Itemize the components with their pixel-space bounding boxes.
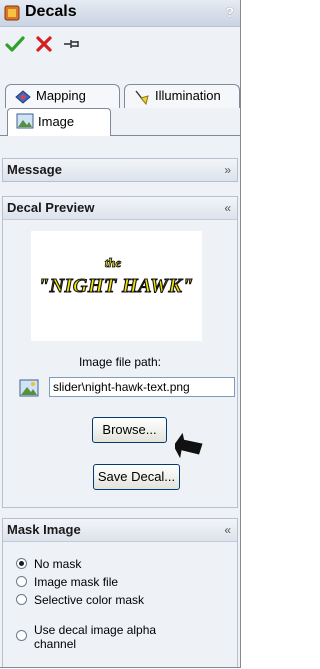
tab-illumination-label: Illumination xyxy=(155,88,221,103)
action-row xyxy=(0,27,240,63)
illumination-icon xyxy=(135,90,149,106)
message-title: Message xyxy=(7,162,62,177)
decal-text-main: "NIGHT HAWK" xyxy=(38,275,194,297)
check-icon[interactable] xyxy=(4,33,26,55)
radio-selective-color-mask-label: Selective color mask xyxy=(34,593,145,607)
decals-app-icon xyxy=(4,5,20,21)
mapping-icon xyxy=(15,90,31,104)
chevron-up-double-icon[interactable]: « xyxy=(224,201,231,215)
pushpin-icon[interactable] xyxy=(62,33,84,55)
mask-image-section: Mask Image « No mask Image mask file Sel… xyxy=(2,518,238,667)
decal-preview-image: the "NIGHT HAWK" xyxy=(31,231,202,341)
decals-property-panel: Decals ? Mapping Illumination Image Mess… xyxy=(0,0,241,668)
image-file-path-label: Image file path: xyxy=(78,355,162,369)
pointer-arrow-icon xyxy=(175,432,203,459)
help-icon[interactable]: ? xyxy=(225,4,234,20)
x-icon[interactable] xyxy=(33,33,55,55)
night-hawk-logo: the "NIGHT HAWK" xyxy=(38,255,194,298)
radio-image-mask-file-label: Image mask file xyxy=(34,575,119,589)
tab-illumination[interactable]: Illumination xyxy=(124,84,240,108)
image-path-row: slider\night-hawk-text.png xyxy=(13,377,235,399)
image-icon xyxy=(16,113,34,129)
tab-strip: Mapping Illumination Image xyxy=(0,82,240,140)
chevron-down-double-icon[interactable]: » xyxy=(224,163,231,177)
radio-button[interactable] xyxy=(16,594,27,605)
radio-button[interactable] xyxy=(16,630,27,641)
radio-alpha-channel-label: Use decal image alpha channel xyxy=(34,623,157,651)
mask-image-header[interactable]: Mask Image « xyxy=(3,519,237,542)
message-header[interactable]: Message » xyxy=(3,159,237,181)
tab-image[interactable]: Image xyxy=(7,108,111,136)
decal-preview-title: Decal Preview xyxy=(7,200,95,215)
tab-mapping[interactable]: Mapping xyxy=(5,84,120,108)
decal-preview-header[interactable]: Decal Preview « xyxy=(3,197,237,220)
tab-mapping-label: Mapping xyxy=(36,88,86,103)
radio-button[interactable] xyxy=(16,558,27,569)
panel-title: Decals xyxy=(25,3,77,20)
chevron-up-double-icon[interactable]: « xyxy=(224,523,231,537)
message-section: Message » xyxy=(2,158,238,182)
image-file-path-input[interactable]: slider\night-hawk-text.png xyxy=(49,377,235,397)
title-bar: Decals ? xyxy=(0,0,240,27)
image-file-icon xyxy=(19,379,39,397)
decal-preview-section: Decal Preview « the "NIGHT HAWK" Image f… xyxy=(2,196,238,508)
tab-image-label: Image xyxy=(38,114,75,129)
save-decal-button[interactable]: Save Decal... xyxy=(93,464,180,490)
mask-image-title: Mask Image xyxy=(7,522,81,537)
radio-no-mask-label: No mask xyxy=(34,557,82,571)
browse-button[interactable]: Browse... xyxy=(92,417,167,443)
decal-text-the: the xyxy=(105,255,122,270)
radio-button[interactable] xyxy=(16,576,27,587)
